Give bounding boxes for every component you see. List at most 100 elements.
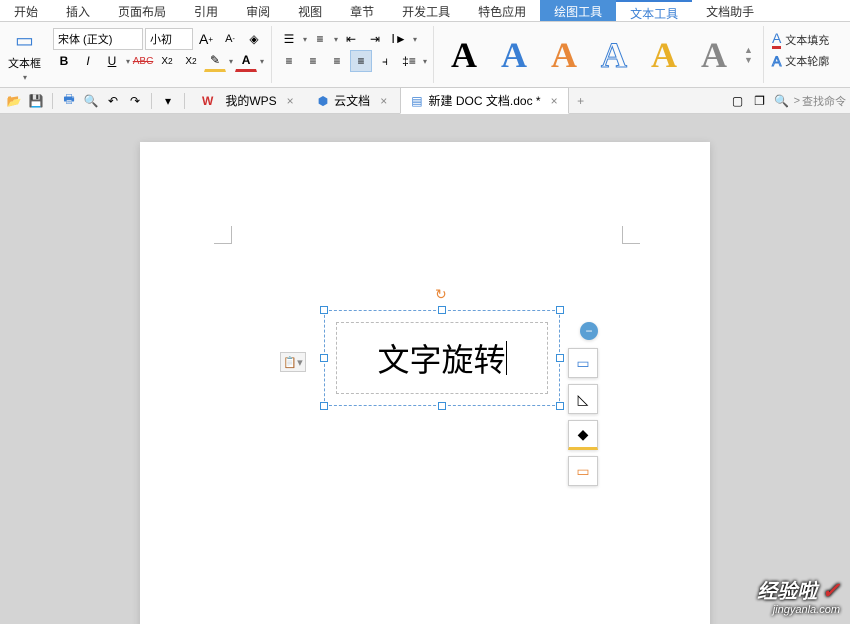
dropdown-arrow-icon: ▾	[23, 73, 27, 82]
tab-drawtools[interactable]: 绘图工具	[540, 0, 616, 21]
tab-layout[interactable]: 页面布局	[104, 0, 180, 21]
print-icon[interactable]: 🖶	[59, 91, 79, 111]
wordart-style-4[interactable]: A	[590, 31, 638, 79]
wordart-style-5[interactable]: A	[640, 31, 688, 79]
decrease-font-button[interactable]: A-	[219, 28, 241, 50]
increase-indent-button[interactable]: ⇥	[364, 28, 386, 50]
resize-handle-tr[interactable]	[556, 306, 564, 314]
open-icon[interactable]: 📂	[4, 91, 24, 111]
tab-special[interactable]: 特色应用	[464, 0, 540, 21]
undo-icon[interactable]: ↶	[103, 91, 123, 111]
window-icon[interactable]: ▢	[728, 91, 748, 111]
tab-review[interactable]: 审阅	[232, 0, 284, 21]
text-cursor	[506, 341, 507, 375]
preview-icon[interactable]: 🔍	[81, 91, 101, 111]
doc-tab-label: 云文档	[334, 92, 370, 109]
close-icon[interactable]: ×	[380, 94, 387, 108]
tab-view[interactable]: 视图	[284, 0, 336, 21]
font-color-button[interactable]: A	[235, 50, 257, 72]
tab-devtools[interactable]: 开发工具	[388, 0, 464, 21]
collapse-button[interactable]: −	[580, 322, 598, 340]
resize-handle-tl[interactable]	[320, 306, 328, 314]
text-fill-button[interactable]: A 文本填充	[772, 30, 829, 49]
tab-insert[interactable]: 插入	[52, 0, 104, 21]
textbox-button[interactable]: ▭ 文本框 ▾	[2, 26, 47, 83]
italic-button[interactable]: I	[77, 50, 99, 72]
resize-handle-tm[interactable]	[438, 306, 446, 314]
doc-tab-mywps[interactable]: W 我的WPS ×	[191, 87, 305, 114]
dropdown-arrow-icon[interactable]: ▾	[423, 57, 427, 66]
selected-textbox[interactable]: ↻ 文字旋转	[332, 318, 552, 398]
shape-effects-button[interactable]: ▭	[568, 456, 598, 486]
new-tab-button[interactable]: +	[571, 91, 591, 111]
textbox-text[interactable]: 文字旋转	[377, 335, 505, 381]
tab-texttools[interactable]: 文本工具	[616, 0, 692, 21]
rotate-handle-icon[interactable]: ↻	[435, 286, 449, 300]
close-icon[interactable]: ×	[551, 94, 558, 108]
dropdown-arrow-icon[interactable]: ▾	[229, 57, 233, 66]
align-left-button[interactable]: ≡	[278, 50, 300, 72]
wordart-more[interactable]: ▲▼	[740, 45, 757, 65]
tab-dochelper[interactable]: 文档助手	[692, 0, 768, 21]
tab-start[interactable]: 开始	[0, 0, 52, 21]
wordart-style-2[interactable]: A	[490, 31, 538, 79]
shape-fill-button[interactable]: ◺	[568, 384, 598, 414]
resize-handle-ml[interactable]	[320, 354, 328, 362]
dropdown-arrow-icon[interactable]: ▾	[126, 57, 130, 66]
numbered-list-button[interactable]: ≡	[309, 28, 331, 50]
bold-button[interactable]: B	[53, 50, 75, 72]
resize-handle-br[interactable]	[556, 402, 564, 410]
text-fill-icon: A	[772, 30, 781, 49]
align-center-button[interactable]: ≡	[302, 50, 324, 72]
strikethrough-button[interactable]: ABC	[132, 50, 154, 72]
resize-handle-mr[interactable]	[556, 354, 564, 362]
superscript-button[interactable]: X2	[156, 50, 178, 72]
redo-icon[interactable]: ↷	[125, 91, 145, 111]
subscript-button[interactable]: X2	[180, 50, 202, 72]
doc-tab-cloud[interactable]: ⬢ 云文档 ×	[307, 87, 399, 114]
shape-outline-button[interactable]: ◆	[568, 420, 598, 450]
bullet-list-button[interactable]: ☰	[278, 28, 300, 50]
dropdown-arrow-icon[interactable]: ▾	[303, 35, 307, 44]
dropdown-arrow-icon[interactable]: ▾	[413, 35, 417, 44]
text-fill-label: 文本填充	[785, 32, 829, 48]
paste-options-button[interactable]: 📋▾	[280, 352, 306, 372]
distribute-button[interactable]: ⫞	[374, 50, 396, 72]
layout-options-button[interactable]: ▭	[568, 348, 598, 378]
decrease-indent-button[interactable]: ⇤	[340, 28, 362, 50]
search-hint[interactable]: >	[794, 95, 800, 107]
tab-reference[interactable]: 引用	[180, 0, 232, 21]
more-icon[interactable]: ▾	[158, 91, 178, 111]
font-name-select[interactable]	[53, 28, 143, 50]
line-spacing-button[interactable]: ‡≡	[398, 50, 420, 72]
underline-button[interactable]: U	[101, 50, 123, 72]
close-icon[interactable]: ×	[287, 94, 294, 108]
wordart-style-3[interactable]: A	[540, 31, 588, 79]
text-effects-group: A 文本填充 A 文本轮廓	[764, 26, 837, 83]
ribbon: ▭ 文本框 ▾ A+ A- ◈ B I U ▾ ABC X2 X2 ✎ ▾ A …	[0, 22, 850, 88]
increase-font-button[interactable]: A+	[195, 28, 217, 50]
align-right-button[interactable]: ≡	[326, 50, 348, 72]
clear-format-button[interactable]: ◈	[243, 28, 265, 50]
doc-tab-newdoc[interactable]: ▤ 新建 DOC 文档.doc * ×	[400, 87, 568, 114]
search-icon[interactable]: 🔍	[772, 91, 792, 111]
textbox-inner[interactable]: 文字旋转	[336, 322, 548, 394]
text-direction-button[interactable]: Ⅰ►	[388, 28, 410, 50]
font-size-select[interactable]	[145, 28, 193, 50]
wordart-style-6[interactable]: A	[690, 31, 738, 79]
align-justify-button[interactable]: ≡	[350, 50, 372, 72]
dropdown-arrow-icon[interactable]: ▾	[334, 35, 338, 44]
resize-handle-bl[interactable]	[320, 402, 328, 410]
page[interactable]: 📋▾ ↻ 文字旋转 − ▭ ◺ ◆ ▭	[140, 142, 710, 624]
tab-section[interactable]: 章节	[336, 0, 388, 21]
divider	[52, 93, 53, 109]
paragraph-group: ☰▾ ≡▾ ⇤ ⇥ Ⅰ►▾ ≡ ≡ ≡ ≡ ⫞ ‡≡▾	[272, 26, 434, 83]
cloud-icon: ⬢	[318, 94, 328, 108]
save-icon[interactable]: 💾	[26, 91, 46, 111]
dropdown-arrow-icon[interactable]: ▾	[260, 57, 264, 66]
text-outline-button[interactable]: A 文本轮廓	[772, 53, 829, 69]
highlight-button[interactable]: ✎	[204, 50, 226, 72]
wordart-style-1[interactable]: A	[440, 31, 488, 79]
restore-icon[interactable]: ❐	[750, 91, 770, 111]
resize-handle-bm[interactable]	[438, 402, 446, 410]
